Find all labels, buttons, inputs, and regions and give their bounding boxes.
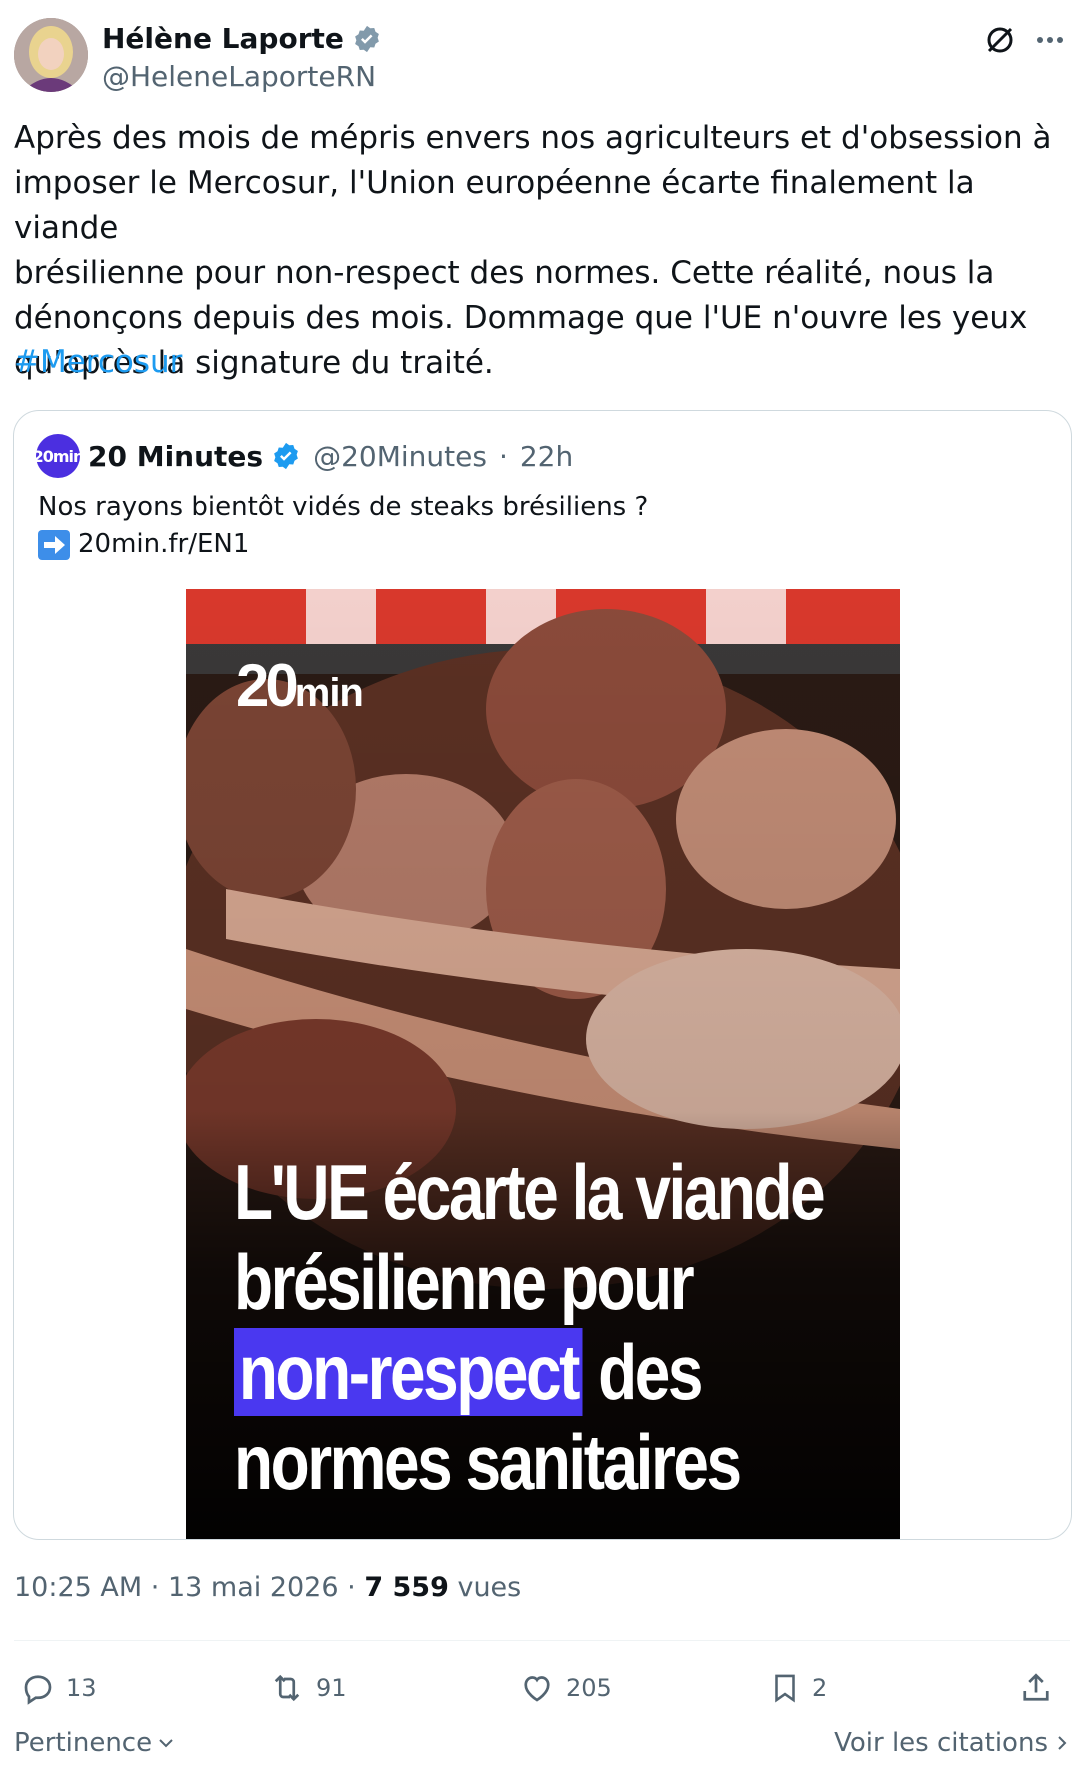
bookmark-icon [775, 1674, 795, 1703]
action-bar: 13 91 205 2 [14, 1660, 1070, 1716]
quoted-tweet-header: 20min 20 Minutes @20Minutes · 22h [33, 433, 573, 479]
view-quotes-label: Voir les citations [834, 1728, 1048, 1758]
like-button[interactable]: 205 [518, 1660, 612, 1716]
views-count: 7 559 [364, 1572, 449, 1603]
reply-button[interactable]: 13 [20, 1660, 97, 1716]
quoted-link-row: 20min.fr/EN1 [38, 526, 648, 563]
tweet-header: Hélène Laporte @HeleneLaporteRN [14, 18, 1074, 98]
right-arrow-icon [38, 529, 70, 560]
author-avatar-image [14, 18, 88, 92]
author-avatar[interactable] [14, 18, 88, 92]
chevron-down-icon [159, 1739, 173, 1748]
time-separator: · [498, 439, 508, 473]
media-brand-logo: 20min [236, 651, 364, 720]
grok-icon[interactable] [980, 20, 1020, 60]
verified-badge-icon [352, 24, 382, 54]
quoted-author-name[interactable]: 20 Minutes [88, 440, 263, 473]
bookmark-button[interactable]: 2 [768, 1660, 827, 1716]
headline-highlight: non-respect [234, 1328, 583, 1416]
reply-count: 13 [66, 1674, 97, 1702]
quoted-tweet-body: Nos rayons bientôt vidés de steaks brési… [38, 489, 648, 563]
tweet-date[interactable]: 13 mai 2026 [168, 1572, 339, 1603]
quoted-author-avatar[interactable]: 20min [33, 434, 84, 478]
quoted-tweet-text: Nos rayons bientôt vidés de steaks brési… [38, 492, 649, 522]
media-brand-small: min [294, 671, 364, 715]
headline-line-4: normes sanitaires [234, 1418, 742, 1506]
sort-label: Pertinence [14, 1728, 153, 1758]
bookmark-count: 2 [812, 1674, 828, 1702]
headline-line-3: non-respect des [234, 1327, 890, 1417]
quoted-tweet[interactable]: 20min 20 Minutes @20Minutes · 22h Nos ra… [13, 410, 1072, 1540]
quoted-tweet-link[interactable]: 20min.fr/EN1 [78, 526, 249, 563]
reply-icon [24, 1675, 52, 1705]
author-handle[interactable]: @HeleneLaporteRN [102, 60, 376, 93]
author-name-row[interactable]: Hélène Laporte [102, 22, 382, 55]
chevron-right-icon [1058, 1736, 1067, 1750]
more-options-icon[interactable] [1030, 20, 1070, 60]
media-headline: L'UE écarte la viande brésilienne pour n… [234, 1147, 890, 1507]
views-label: vues [457, 1572, 522, 1603]
author-name[interactable]: Hélène Laporte [102, 22, 344, 55]
sort-dropdown[interactable]: Pertinence [14, 1728, 176, 1758]
like-count: 205 [566, 1674, 612, 1702]
view-quotes-link[interactable]: Voir les citations [834, 1728, 1070, 1758]
heart-icon [524, 1676, 550, 1702]
repost-icon [274, 1674, 300, 1702]
hashtag-link[interactable]: #Mercosur [14, 340, 182, 385]
repost-count: 91 [316, 1674, 347, 1702]
quoted-tweet-time[interactable]: 22h [520, 440, 573, 473]
share-button[interactable] [1018, 1660, 1054, 1716]
quoted-media-image[interactable]: 20min L'UE écarte la viande brésilienne … [186, 589, 900, 1539]
media-brand-main: 20 [236, 652, 299, 719]
divider [14, 1640, 1070, 1641]
verified-badge-icon [271, 441, 301, 471]
meta-separator: · [150, 1572, 160, 1603]
tweet-time[interactable]: 10:25 AM [14, 1572, 142, 1603]
headline-line-3-rest: des [598, 1328, 703, 1416]
share-icon [1023, 1673, 1049, 1701]
quoted-author-handle[interactable]: @20Minutes [313, 440, 487, 473]
repost-button[interactable]: 91 [268, 1660, 347, 1716]
headline-line-2: brésilienne pour [234, 1238, 695, 1326]
meta-separator-2: · [347, 1572, 356, 1603]
tweet-footer: Pertinence Voir les citations [14, 1728, 1070, 1768]
headline-line-1: L'UE écarte la viande [234, 1148, 826, 1236]
tweet-meta: 10:25 AM · 13 mai 2026 · 7 559 vues [14, 1572, 521, 1603]
